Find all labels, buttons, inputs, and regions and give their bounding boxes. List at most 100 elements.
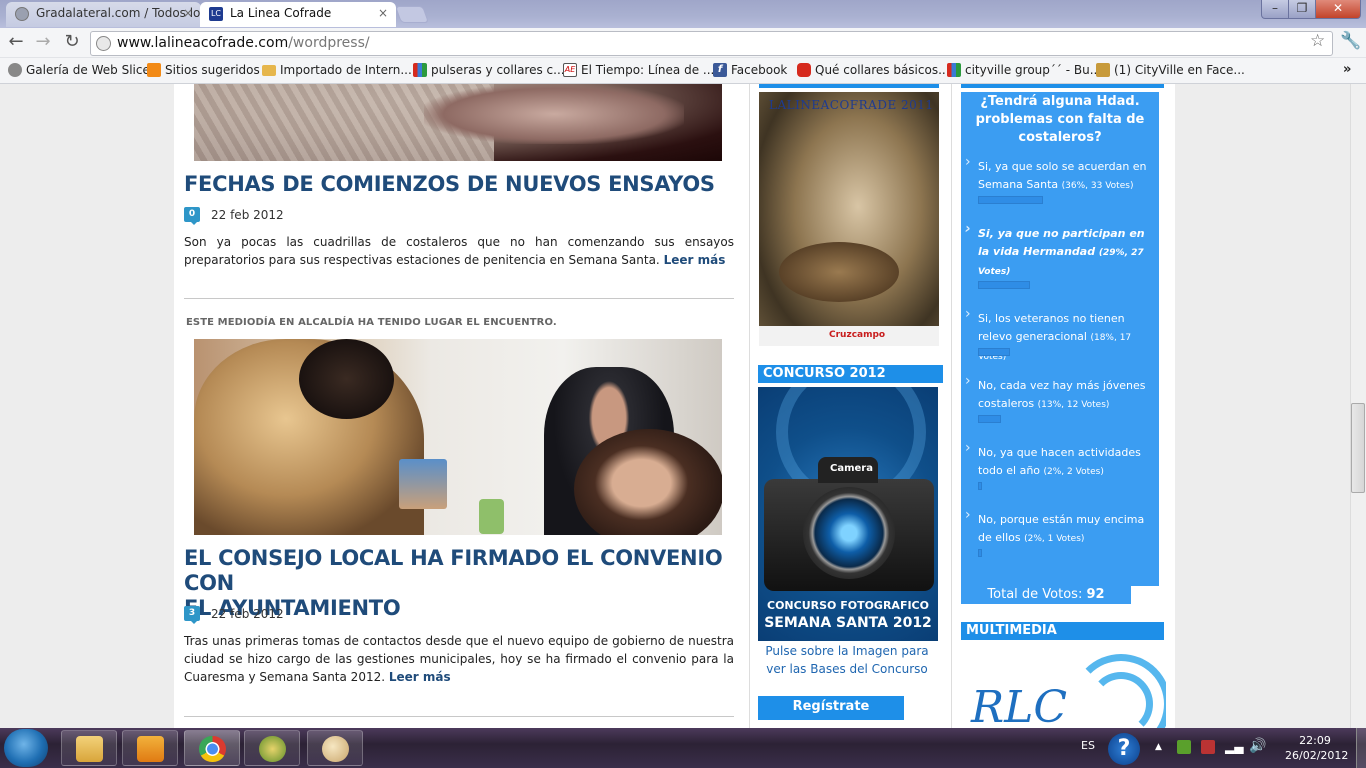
poll-option[interactable]: No, cada vez hay más jóvenes costaleros … [965, 372, 1158, 414]
comment-count-badge[interactable]: 0 [184, 207, 200, 225]
system-clock[interactable]: 22:09 26/02/2012 [1285, 733, 1349, 763]
bookmark-label: Facebook [731, 63, 788, 77]
chevron-right-icon[interactable]: » [1343, 58, 1351, 82]
network-signal-icon[interactable]: ▂▄ [1225, 740, 1243, 754]
bookmark-star-icon[interactable]: ☆ [1310, 31, 1325, 51]
contest-line1: CONCURSO FOTOGRAFICO [767, 599, 929, 612]
back-arrow-icon[interactable]: ← [5, 33, 27, 53]
poster-lalineacofrade-2011[interactable]: LALINEACOFRADE 2011 Cruzcampo [759, 92, 939, 346]
chrome-icon [199, 736, 226, 762]
poll-bar [978, 348, 1010, 356]
bookmark-label: cityville group´´ - Bu... [965, 63, 1102, 77]
bookmark-label: Sitios sugeridos [165, 63, 260, 77]
divider [184, 298, 734, 299]
bookmark-label: Galería de Web Slice [26, 63, 150, 77]
bookmark-item[interactable]: cityville group´´ - Bu... [945, 58, 1101, 82]
poll-option[interactable]: Si, ya que solo se acuerdan en Semana Sa… [965, 153, 1158, 195]
close-window-button[interactable]: ✕ [1315, 0, 1361, 19]
photo-caption: ESTE MEDIODÍA EN ALCALDÍA HA TENIDO LUGA… [186, 317, 557, 328]
poll-option[interactable]: Si, ya que no participan en la vida Herm… [965, 220, 1158, 281]
hair-detail [299, 339, 394, 419]
web-page: FECHAS DE COMIENZOS DE NUEVOS ENSAYOS 0 … [0, 84, 1350, 728]
tray-flag-icon[interactable] [1201, 740, 1215, 754]
tray-app-icon[interactable] [1177, 740, 1191, 754]
volume-icon[interactable]: 🔊 [1249, 738, 1266, 754]
windows-start-button[interactable] [4, 729, 48, 767]
taskbar-media-player[interactable] [122, 730, 178, 766]
wrench-icon[interactable]: 🔧 [1340, 31, 1361, 51]
globe-icon [96, 36, 111, 51]
contest-heading: CONCURSO 2012 [758, 365, 943, 383]
read-more-link[interactable]: Leer más [664, 253, 726, 267]
taskbar: ? ▲ ▂▄ 🔊 [0, 728, 1366, 768]
close-tab-icon[interactable]: × [378, 2, 388, 24]
comment-count-badge[interactable]: 3 [184, 606, 200, 624]
show-desktop-button[interactable] [1356, 728, 1366, 768]
post-image-meeting[interactable] [194, 339, 722, 535]
option-stats: (36%, 33 Votes) [1061, 181, 1134, 191]
read-more-link[interactable]: Leer más [389, 670, 451, 684]
forward-arrow-icon[interactable]: → [32, 33, 54, 53]
bookmark-label: (1) CityVille en Face... [1114, 63, 1245, 77]
help-icon[interactable]: ? [1108, 733, 1140, 765]
suggested-sites-icon [147, 63, 161, 77]
excerpt-text: Son ya pocas las cuadrillas de costalero… [184, 235, 734, 267]
rlc-logo[interactable]: RLC [961, 644, 1166, 728]
post-title[interactable]: FECHAS DE COMIENZOS DE NUEVOS ENSAYOS [184, 172, 715, 197]
photo-frame-detail [399, 459, 447, 509]
camera-label: Camera [830, 463, 873, 474]
bookmark-item[interactable]: f Facebook [711, 58, 787, 82]
bookmark-item[interactable]: Galería de Web Slice [6, 58, 150, 82]
clock-time: 22:09 [1299, 734, 1331, 747]
question-line: problemas con falta de [975, 112, 1145, 127]
paint-palette-icon [322, 736, 349, 762]
bookmark-label: Qué collares básicos... [815, 63, 950, 77]
post-image-costalero[interactable] [194, 84, 722, 161]
google-icon [947, 63, 961, 77]
woman-detail [574, 429, 722, 535]
poll-option[interactable]: No, ya que hacen actividades todo el año… [965, 439, 1158, 481]
taskbar-paint[interactable] [307, 730, 363, 766]
globe-icon [15, 7, 29, 21]
figure-detail [424, 84, 684, 144]
taskbar-network-app[interactable] [244, 730, 300, 766]
taskbar-chrome[interactable] [184, 730, 240, 766]
bookmark-item[interactable]: Importado de Intern... [260, 58, 412, 82]
bookmark-item[interactable]: Sitios sugeridos [145, 58, 260, 82]
poll-option[interactable]: Si, los veteranos no tienen relevo gener… [965, 305, 1158, 366]
tray-expand-icon[interactable]: ▲ [1155, 742, 1162, 752]
poll-bar [978, 281, 1030, 289]
address-bar[interactable]: www.lalineacofrade.com/wordpress/ [90, 31, 1333, 56]
close-tab-icon[interactable]: × [183, 2, 193, 24]
poll-option[interactable]: No, porque están muy encima de ellos (2%… [965, 506, 1158, 548]
minimize-button[interactable]: – [1261, 0, 1289, 19]
question-line: ¿Tendrá alguna Hdad. [980, 94, 1140, 109]
poll-question: ¿Tendrá alguna Hdad. problemas con falta… [961, 93, 1159, 147]
taskbar-explorer[interactable] [61, 730, 117, 766]
new-tab-button[interactable] [394, 6, 430, 23]
maximize-button[interactable]: ❐ [1288, 0, 1316, 19]
reload-icon[interactable]: ↻ [61, 33, 83, 53]
browser-toolbar: ← → ↻ www.lalineacofrade.com/wordpress/ [0, 28, 1366, 58]
scrollbar-thumb[interactable] [1351, 403, 1365, 493]
camera-lens-icon [803, 487, 895, 579]
logo-text: RLC [971, 682, 1068, 728]
youtube-icon [797, 63, 811, 77]
tab-la-linea-cofrade[interactable]: LC La Linea Cofrade × [200, 2, 396, 27]
bookmark-item[interactable]: Qué collares básicos... [795, 58, 950, 82]
language-indicator[interactable]: ES [1081, 739, 1095, 752]
contest-poster[interactable]: Camera CONCURSO FOTOGRAFICO SEMANA SANTA… [758, 387, 938, 641]
bookmark-item[interactable]: AE El Tiempo: Línea de ... [561, 58, 714, 82]
tab-gradalateral[interactable]: Gradalateral.com / Todos lo × [6, 2, 201, 27]
bookmark-item[interactable]: (1) CityVille en Face... [1094, 58, 1245, 82]
clock-date: 26/02/2012 [1285, 749, 1349, 762]
post-date: 22 feb 2012 [211, 607, 284, 621]
bookmark-item[interactable]: pulseras y collares c... [411, 58, 565, 82]
excerpt-text: Tras unas primeras tomas de contactos de… [184, 634, 734, 684]
url-path: /wordpress/ [288, 35, 370, 51]
register-button[interactable]: Regístrate [758, 696, 904, 720]
contest-note[interactable]: Pulse sobre la Imagen para ver las Bases… [758, 642, 936, 678]
media-player-icon [137, 736, 164, 762]
total-label: Total de Votos: [987, 587, 1083, 602]
main-column: FECHAS DE COMIENZOS DE NUEVOS ENSAYOS 0 … [184, 84, 734, 728]
